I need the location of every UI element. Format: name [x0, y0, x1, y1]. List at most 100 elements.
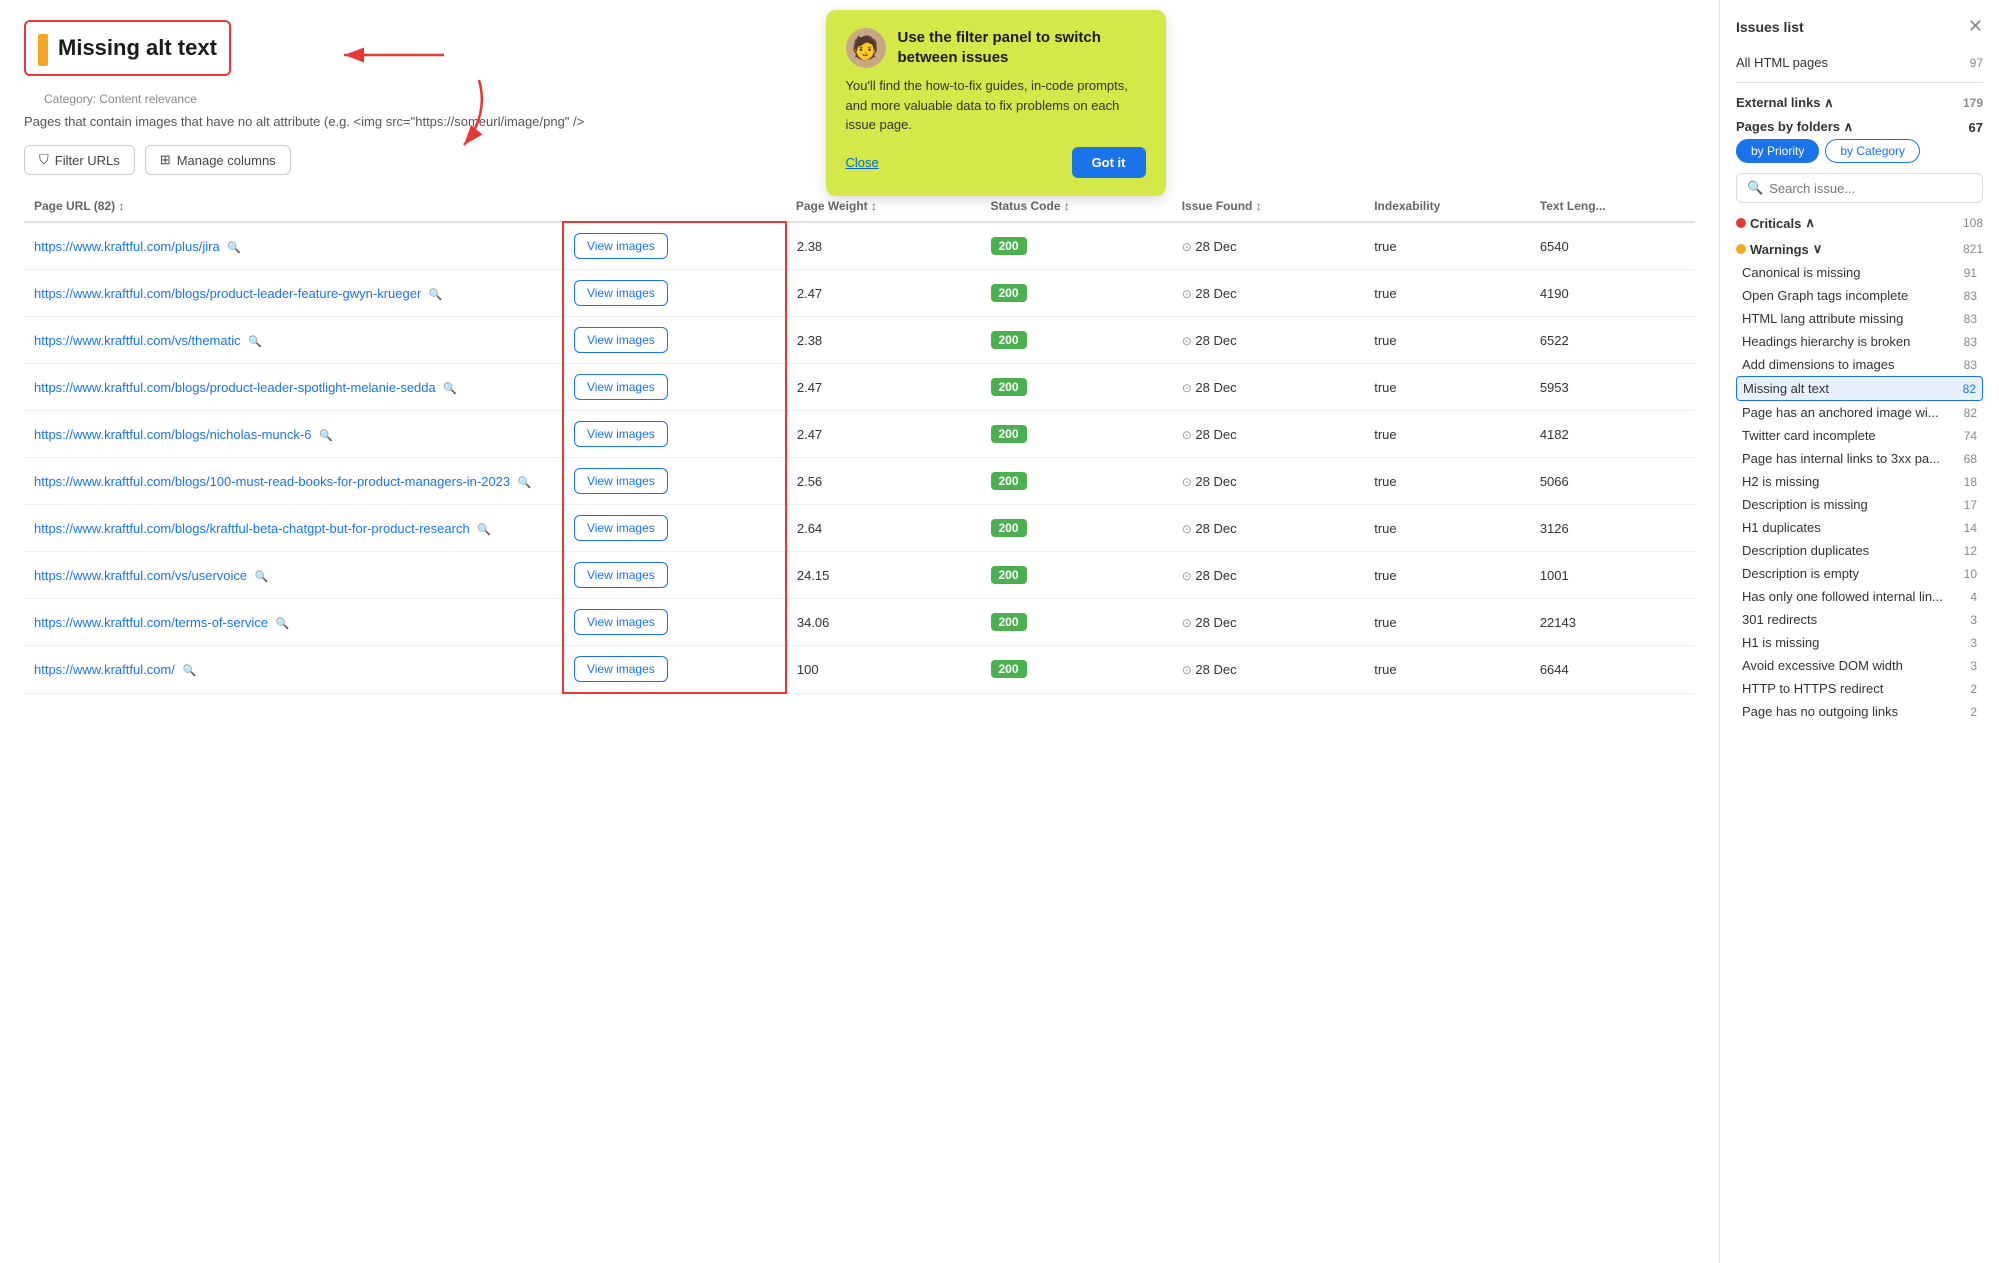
search-url-icon[interactable]: 🔍: [248, 336, 262, 348]
search-url-icon[interactable]: 🔍: [518, 477, 532, 489]
issue-label: Open Graph tags incomplete: [1742, 288, 1908, 303]
header-box: Missing alt text: [24, 20, 231, 76]
text-length-cell: 3126: [1530, 505, 1695, 552]
manage-columns-button[interactable]: ⊞ Manage columns: [145, 145, 291, 175]
clock-icon: ⊙: [1182, 428, 1192, 442]
text-length-cell: 5066: [1530, 458, 1695, 505]
issue-item[interactable]: HTTP to HTTPS redirect 2: [1736, 677, 1983, 700]
issue-item[interactable]: H1 is missing 3: [1736, 631, 1983, 654]
issue-count: 83: [1964, 358, 1977, 372]
issue-item[interactable]: H1 duplicates 14: [1736, 516, 1983, 539]
warnings-caret: ∨: [1813, 241, 1823, 257]
view-images-button[interactable]: View images: [574, 468, 668, 494]
url-cell: https://www.kraftful.com/vs/uservoice 🔍: [24, 552, 563, 599]
tab-by-priority[interactable]: by Priority: [1736, 139, 1819, 163]
clock-icon: ⊙: [1182, 475, 1192, 489]
issue-item[interactable]: Page has internal links to 3xx pa... 68: [1736, 447, 1983, 470]
view-images-button[interactable]: View images: [574, 233, 668, 259]
issue-count: 74: [1964, 429, 1977, 443]
url-cell: https://www.kraftful.com/blogs/100-must-…: [24, 458, 563, 505]
url-link[interactable]: https://www.kraftful.com/blogs/nicholas-…: [34, 427, 311, 442]
view-images-button[interactable]: View images: [574, 515, 668, 541]
search-url-icon[interactable]: 🔍: [443, 383, 457, 395]
view-images-button[interactable]: View images: [574, 280, 668, 306]
weight-cell: 2.47: [786, 270, 981, 317]
indexable-cell: true: [1364, 411, 1530, 458]
date-cell: ⊙ 28 Dec: [1172, 222, 1365, 270]
issue-label: H1 is missing: [1742, 635, 1819, 650]
url-link[interactable]: https://www.kraftful.com/blogs/product-l…: [34, 380, 436, 395]
filter-urls-button[interactable]: ⛉ Filter URLs: [24, 145, 135, 175]
search-url-icon[interactable]: 🔍: [183, 665, 197, 677]
view-images-button[interactable]: View images: [574, 609, 668, 635]
issue-item[interactable]: 301 redirects 3: [1736, 608, 1983, 631]
issue-item[interactable]: Description duplicates 12: [1736, 539, 1983, 562]
search-input[interactable]: [1769, 181, 1972, 196]
warnings-count: 821: [1963, 242, 1983, 256]
issue-item[interactable]: HTML lang attribute missing 83: [1736, 307, 1983, 330]
got-it-button[interactable]: Got it: [1072, 147, 1146, 178]
status-badge: 200: [991, 378, 1027, 396]
url-link[interactable]: https://www.kraftful.com/blogs/product-l…: [34, 286, 421, 301]
view-images-cell: View images: [563, 599, 786, 646]
view-images-button[interactable]: View images: [574, 327, 668, 353]
date-cell: ⊙ 28 Dec: [1172, 646, 1365, 694]
search-url-icon[interactable]: 🔍: [319, 430, 333, 442]
date-cell: ⊙ 28 Dec: [1172, 458, 1365, 505]
issue-item[interactable]: Page has no outgoing links 2: [1736, 700, 1983, 723]
url-link[interactable]: https://www.kraftful.com/plus/jira: [34, 239, 220, 254]
view-images-cell: View images: [563, 222, 786, 270]
search-icon: 🔍: [1747, 180, 1763, 196]
issue-item[interactable]: Canonical is missing 91: [1736, 261, 1983, 284]
page-title: Missing alt text: [58, 35, 217, 61]
issue-item[interactable]: Has only one followed internal lin... 4: [1736, 585, 1983, 608]
table-row: https://www.kraftful.com/blogs/product-l…: [24, 364, 1695, 411]
tab-by-category[interactable]: by Category: [1825, 139, 1920, 163]
view-images-button[interactable]: View images: [574, 421, 668, 447]
url-link[interactable]: https://www.kraftful.com/: [34, 662, 175, 677]
search-url-icon[interactable]: 🔍: [477, 524, 491, 536]
col-indexability: Indexability: [1364, 191, 1530, 222]
url-link[interactable]: https://www.kraftful.com/terms-of-servic…: [34, 615, 268, 630]
issue-item[interactable]: Add dimensions to images 83: [1736, 353, 1983, 376]
tooltip-close-link[interactable]: Close: [846, 155, 879, 170]
issue-count: 2: [1970, 705, 1977, 719]
status-cell: 200: [981, 599, 1172, 646]
issue-item[interactable]: Page has an anchored image wi... 82: [1736, 401, 1983, 424]
view-images-button[interactable]: View images: [574, 562, 668, 588]
close-sidebar-button[interactable]: ✕: [1968, 16, 1983, 37]
pages-by-folders-caret: ∧: [1844, 119, 1854, 134]
status-cell: 200: [981, 364, 1172, 411]
text-length-cell: 6540: [1530, 222, 1695, 270]
issue-item[interactable]: Headings hierarchy is broken 83: [1736, 330, 1983, 353]
issue-item[interactable]: H2 is missing 18: [1736, 470, 1983, 493]
status-cell: 200: [981, 317, 1172, 364]
warnings-section: Warnings ∨ 821: [1736, 241, 1983, 257]
url-link[interactable]: https://www.kraftful.com/vs/thematic: [34, 333, 241, 348]
url-link[interactable]: https://www.kraftful.com/blogs/kraftful-…: [34, 521, 470, 536]
issue-label: Description is missing: [1742, 497, 1868, 512]
issue-count: 82: [1964, 406, 1977, 420]
url-cell: https://www.kraftful.com/blogs/nicholas-…: [24, 411, 563, 458]
view-images-button[interactable]: View images: [574, 374, 668, 400]
url-link[interactable]: https://www.kraftful.com/blogs/100-must-…: [34, 474, 510, 489]
search-url-icon[interactable]: 🔍: [429, 289, 443, 301]
search-url-icon[interactable]: 🔍: [255, 571, 269, 583]
url-cell: https://www.kraftful.com/vs/thematic 🔍: [24, 317, 563, 364]
status-badge: 200: [991, 472, 1027, 490]
clock-icon: ⊙: [1182, 334, 1192, 348]
issue-item[interactable]: Avoid excessive DOM width 3: [1736, 654, 1983, 677]
issue-item[interactable]: Description is missing 17: [1736, 493, 1983, 516]
issue-item[interactable]: Twitter card incomplete 74: [1736, 424, 1983, 447]
status-badge: 200: [991, 331, 1027, 349]
sidebar-title: Issues list: [1736, 19, 1804, 35]
issue-item[interactable]: Description is empty 10: [1736, 562, 1983, 585]
view-images-cell: View images: [563, 646, 786, 694]
search-url-icon[interactable]: 🔍: [276, 618, 290, 630]
search-url-icon[interactable]: 🔍: [227, 242, 241, 254]
issue-item[interactable]: Open Graph tags incomplete 83: [1736, 284, 1983, 307]
issue-item[interactable]: Missing alt text 82: [1736, 376, 1983, 401]
issue-count: 91: [1964, 266, 1977, 280]
url-link[interactable]: https://www.kraftful.com/vs/uservoice: [34, 568, 247, 583]
view-images-button[interactable]: View images: [574, 656, 668, 682]
